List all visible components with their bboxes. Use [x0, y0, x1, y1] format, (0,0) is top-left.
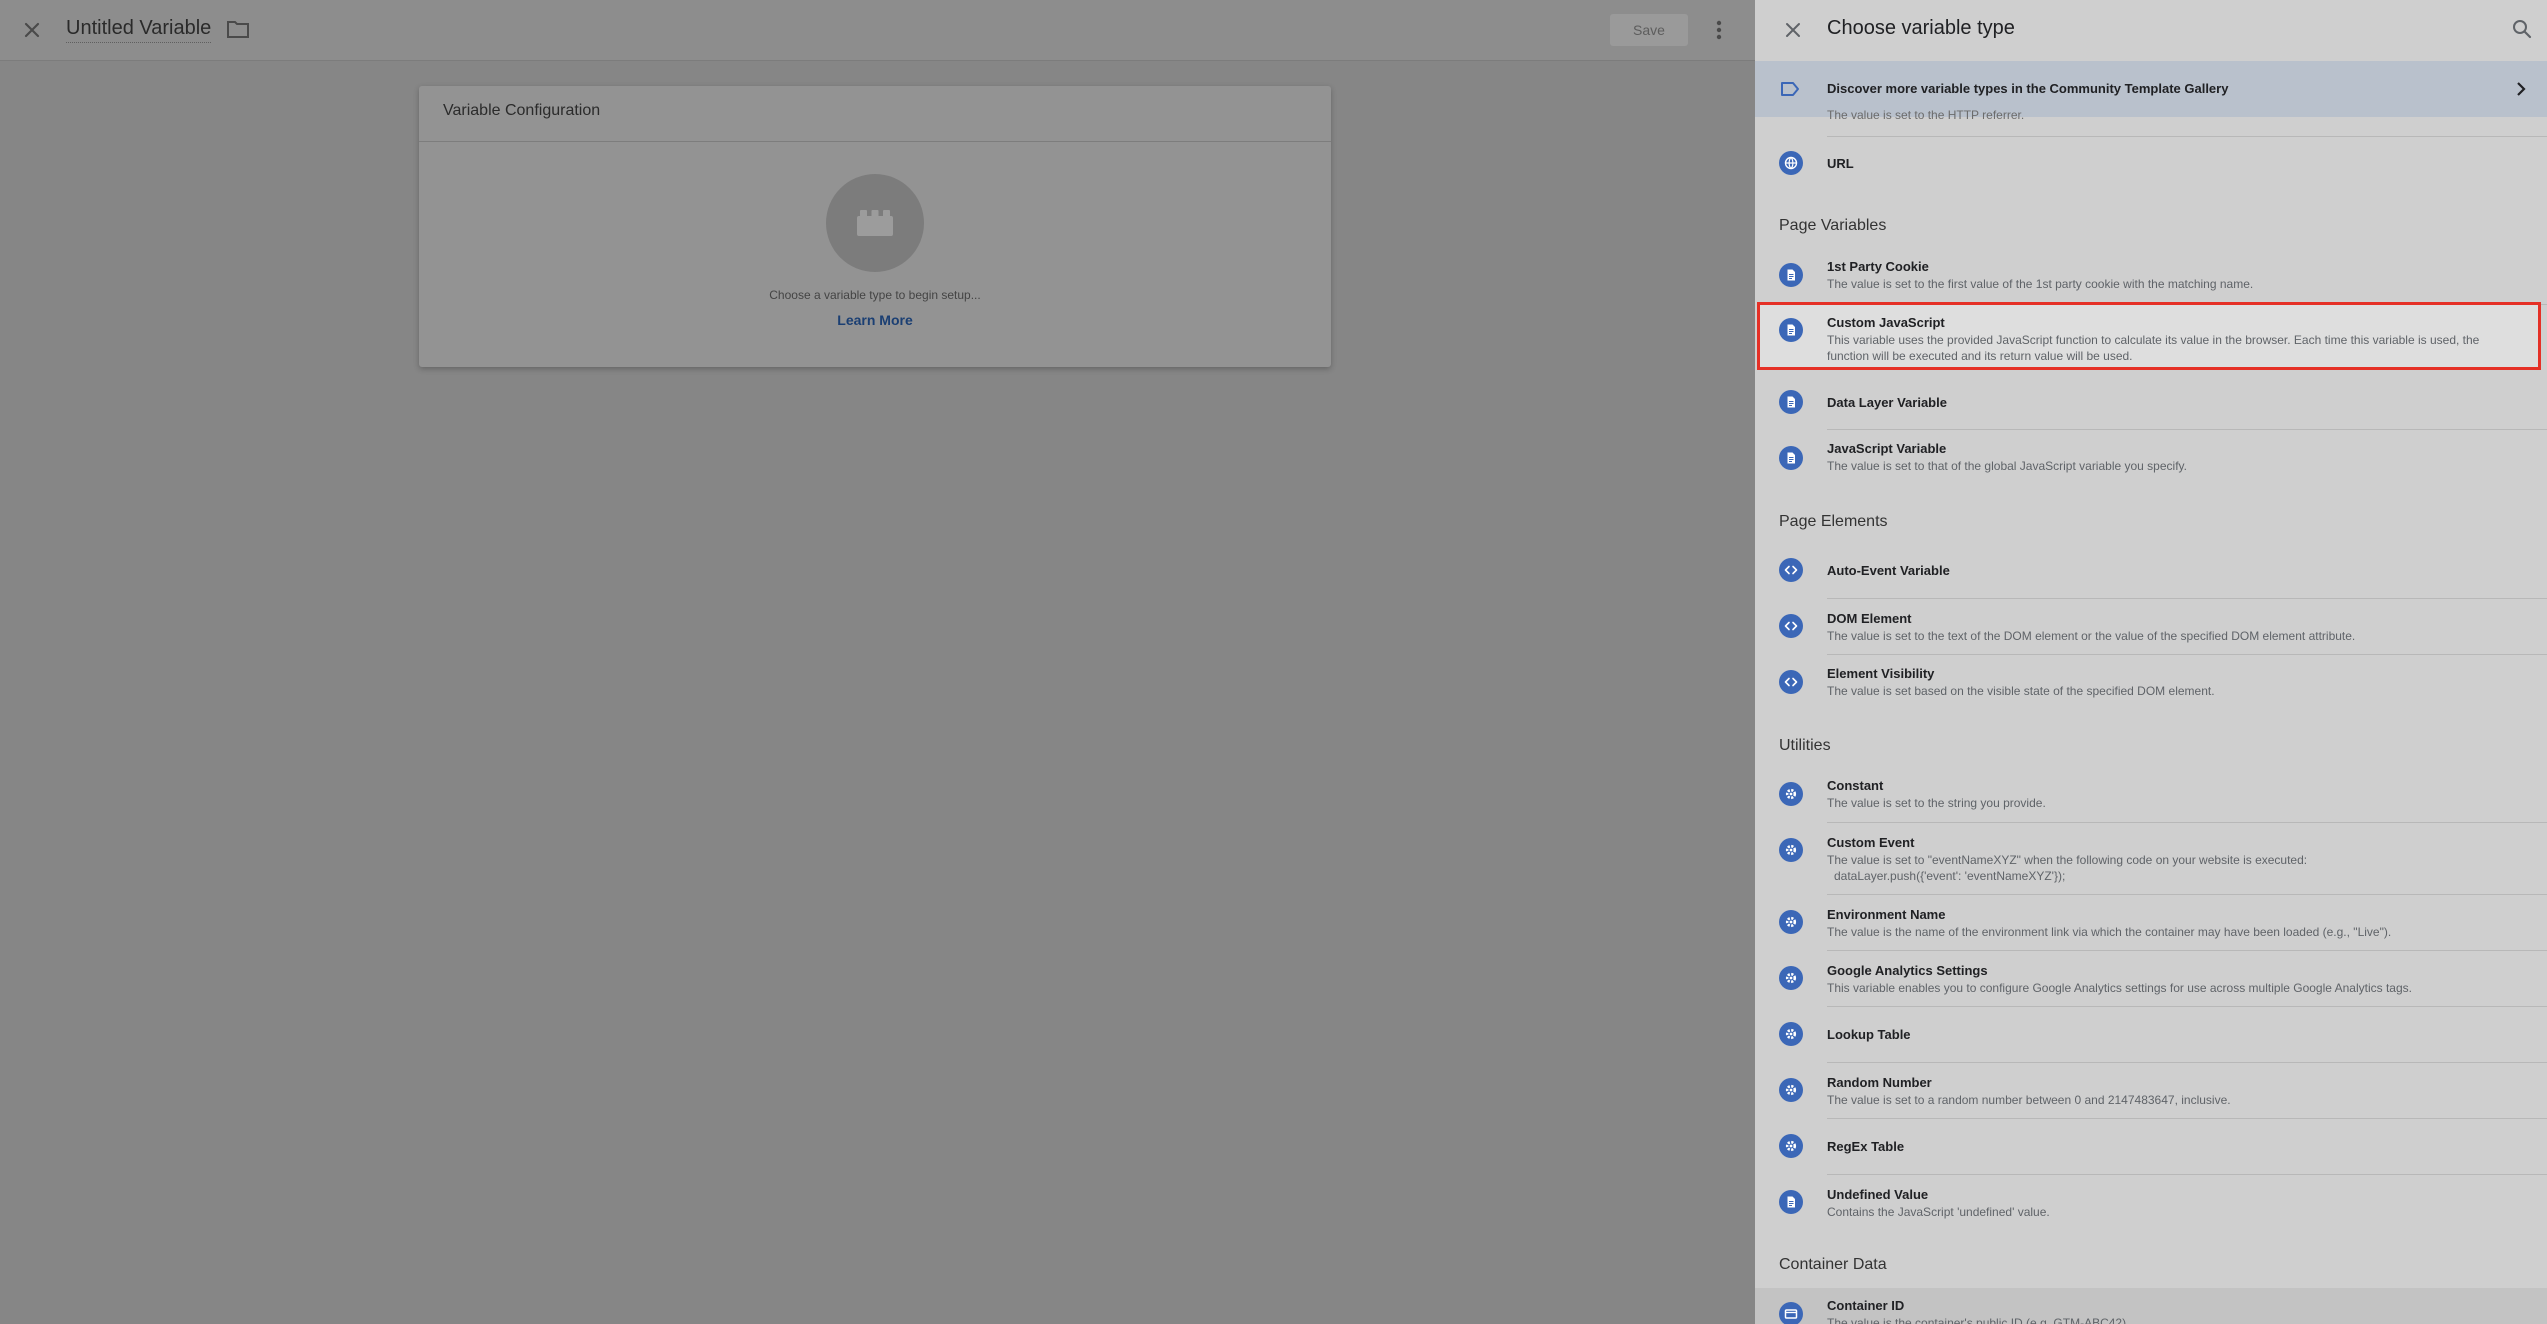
variable-type-description: This variable enables you to configure G…: [1827, 981, 2412, 995]
search-icon[interactable]: [2510, 17, 2534, 41]
variable-type-item[interactable]: Random Number The value is set to a rando…: [1755, 1063, 2547, 1119]
gear-icon: [1779, 1134, 1803, 1158]
section-utilities: Utilities: [1779, 737, 1831, 754]
variable-type-item[interactable]: Auto-Event Variable: [1755, 543, 2547, 599]
learn-more-link[interactable]: Learn More: [419, 312, 1331, 328]
variable-type-name: Environment Name: [1827, 907, 1946, 922]
variable-type-description: Contains the JavaScript 'undefined' valu…: [1827, 1205, 2050, 1219]
code-icon: [1779, 614, 1803, 638]
http-referrer-description: The value is set to the HTTP referrer.: [1827, 108, 2025, 120]
variable-type-description: The value is the name of the environment…: [1827, 925, 2392, 939]
variable-type-name: Data Layer Variable: [1827, 395, 1947, 410]
variable-type-name: Element Visibility: [1827, 666, 1935, 681]
variable-type-name: DOM Element: [1827, 611, 1912, 626]
choose-variable-type-panel: Choose variable type Discover more varia…: [1755, 0, 2547, 1324]
variable-type-item[interactable]: Undefined Value Contains the JavaScript '…: [1755, 1175, 2547, 1231]
setup-hint: Choose a variable type to begin setup...: [769, 288, 981, 302]
section-page-variables: Page Variables: [1779, 217, 1887, 234]
variable-type-url[interactable]: URL: [1755, 140, 2547, 186]
card-title: Variable Configuration: [443, 102, 601, 119]
panel-title: Choose variable type: [1827, 17, 2015, 39]
section-container-data: Container Data: [1779, 1256, 1887, 1273]
document-icon: [1779, 1190, 1803, 1214]
chevron-right-icon: [2512, 80, 2530, 98]
variable-type-item[interactable]: Container ID The value is the container's…: [1755, 1288, 2547, 1324]
document-icon: [1779, 390, 1803, 414]
variable-name-field[interactable]: Untitled Variable: [66, 17, 212, 43]
banner-text: Discover more variable types in the Comm…: [1827, 81, 2229, 96]
variable-type-name: Container ID: [1827, 1298, 1905, 1313]
variable-type-name: Custom Event: [1827, 835, 1915, 850]
variable-type-item[interactable]: RegEx Table: [1755, 1119, 2547, 1175]
globe-icon: [1780, 112, 1802, 118]
variable-type-name: Lookup Table: [1827, 1027, 1911, 1042]
container-icon: [1779, 1302, 1803, 1324]
variable-type-item[interactable]: Custom Event The value is set to "eventNa…: [1755, 823, 2547, 895]
panel-header: Choose variable type: [1755, 0, 2547, 61]
gear-icon: [1779, 910, 1803, 934]
close-icon[interactable]: [18, 16, 46, 44]
variable-type-code-sample: dataLayer.push({'event': 'eventNameXYZ'}…: [1834, 869, 2066, 883]
variable-type-placeholder[interactable]: [826, 174, 924, 272]
variable-type-item[interactable]: 1st Party Cookie The value is set to the …: [1755, 249, 2547, 305]
document-icon: [1779, 263, 1803, 287]
variable-type-item[interactable]: Lookup Table: [1755, 1007, 2547, 1063]
variable-type-item[interactable]: Element Visibility The value is set based…: [1755, 655, 2547, 711]
variable-type-item[interactable]: Environment Name The value is the name of…: [1755, 895, 2547, 951]
divider: [419, 141, 1331, 142]
close-icon[interactable]: [1780, 17, 1806, 43]
document-icon: [1779, 318, 1803, 342]
variable-type-name: Random Number: [1827, 1075, 1932, 1090]
variable-type-description: The value is set to a random number betw…: [1827, 1093, 2231, 1107]
folder-icon[interactable]: [226, 18, 250, 40]
more-vert-icon[interactable]: [1707, 16, 1731, 44]
variable-type-description: The value is set to the text of the DOM …: [1827, 629, 2356, 643]
divider: [1827, 136, 2547, 137]
variable-editor: Untitled Variable Save Variable Configur…: [0, 0, 1755, 1324]
variable-type-item[interactable]: DOM Element The value is set to the text …: [1755, 599, 2547, 655]
gear-icon: [1779, 1022, 1803, 1046]
lego-block-icon: [857, 210, 893, 236]
variable-type-description: This variable uses the provided JavaScri…: [1827, 333, 2480, 363]
variable-type-name: Auto-Event Variable: [1827, 563, 1950, 578]
variable-type-name: URL: [1827, 156, 1854, 171]
variable-type-item[interactable]: Data Layer Variable: [1755, 374, 2547, 430]
variable-type-item[interactable]: Constant The value is set to the string y…: [1755, 767, 2547, 823]
variable-type-description: The value is set to "eventNameXYZ" when …: [1827, 853, 2308, 867]
variable-type-description: The value is set to the string you provi…: [1827, 796, 2046, 810]
gear-icon: [1779, 1078, 1803, 1102]
gear-icon: [1779, 966, 1803, 990]
variable-type-name: JavaScript Variable: [1827, 441, 1947, 456]
save-button[interactable]: Save: [1610, 14, 1688, 46]
variable-type-item[interactable]: JavaScript Variable The value is set to t…: [1755, 430, 2547, 486]
variable-type-name: RegEx Table: [1827, 1139, 1905, 1154]
gear-icon: [1779, 782, 1803, 806]
variable-type-item[interactable]: Google Analytics Settings This variable e…: [1755, 951, 2547, 1007]
section-page-elements: Page Elements: [1779, 513, 1888, 530]
variable-type-name: Constant: [1827, 778, 1884, 793]
label-icon: [1780, 81, 1800, 97]
variable-type-description: The value is set based on the visible st…: [1827, 684, 2215, 698]
variable-type-name: Google Analytics Settings: [1827, 963, 1988, 978]
globe-icon: [1779, 151, 1803, 175]
editor-header: Untitled Variable Save: [0, 0, 1755, 61]
variable-type-name: 1st Party Cookie: [1827, 259, 1929, 274]
variable-type-description: The value is the container's public ID (…: [1827, 1316, 2130, 1324]
highlighted-item: Custom JavaScript This variable uses the …: [1755, 305, 2547, 367]
variable-type-name: Undefined Value: [1827, 1187, 1929, 1202]
variable-configuration-card[interactable]: Variable Configuration Choose a variable…: [419, 86, 1331, 367]
variable-type-description: The value is set to that of the global J…: [1827, 459, 2187, 473]
code-icon: [1779, 670, 1803, 694]
code-icon: [1779, 558, 1803, 582]
document-icon: [1779, 446, 1803, 470]
gear-icon: [1779, 838, 1803, 862]
variable-type-name[interactable]: Custom JavaScript: [1827, 315, 1945, 330]
variable-type-description: The value is set to the first value of t…: [1827, 277, 2254, 291]
